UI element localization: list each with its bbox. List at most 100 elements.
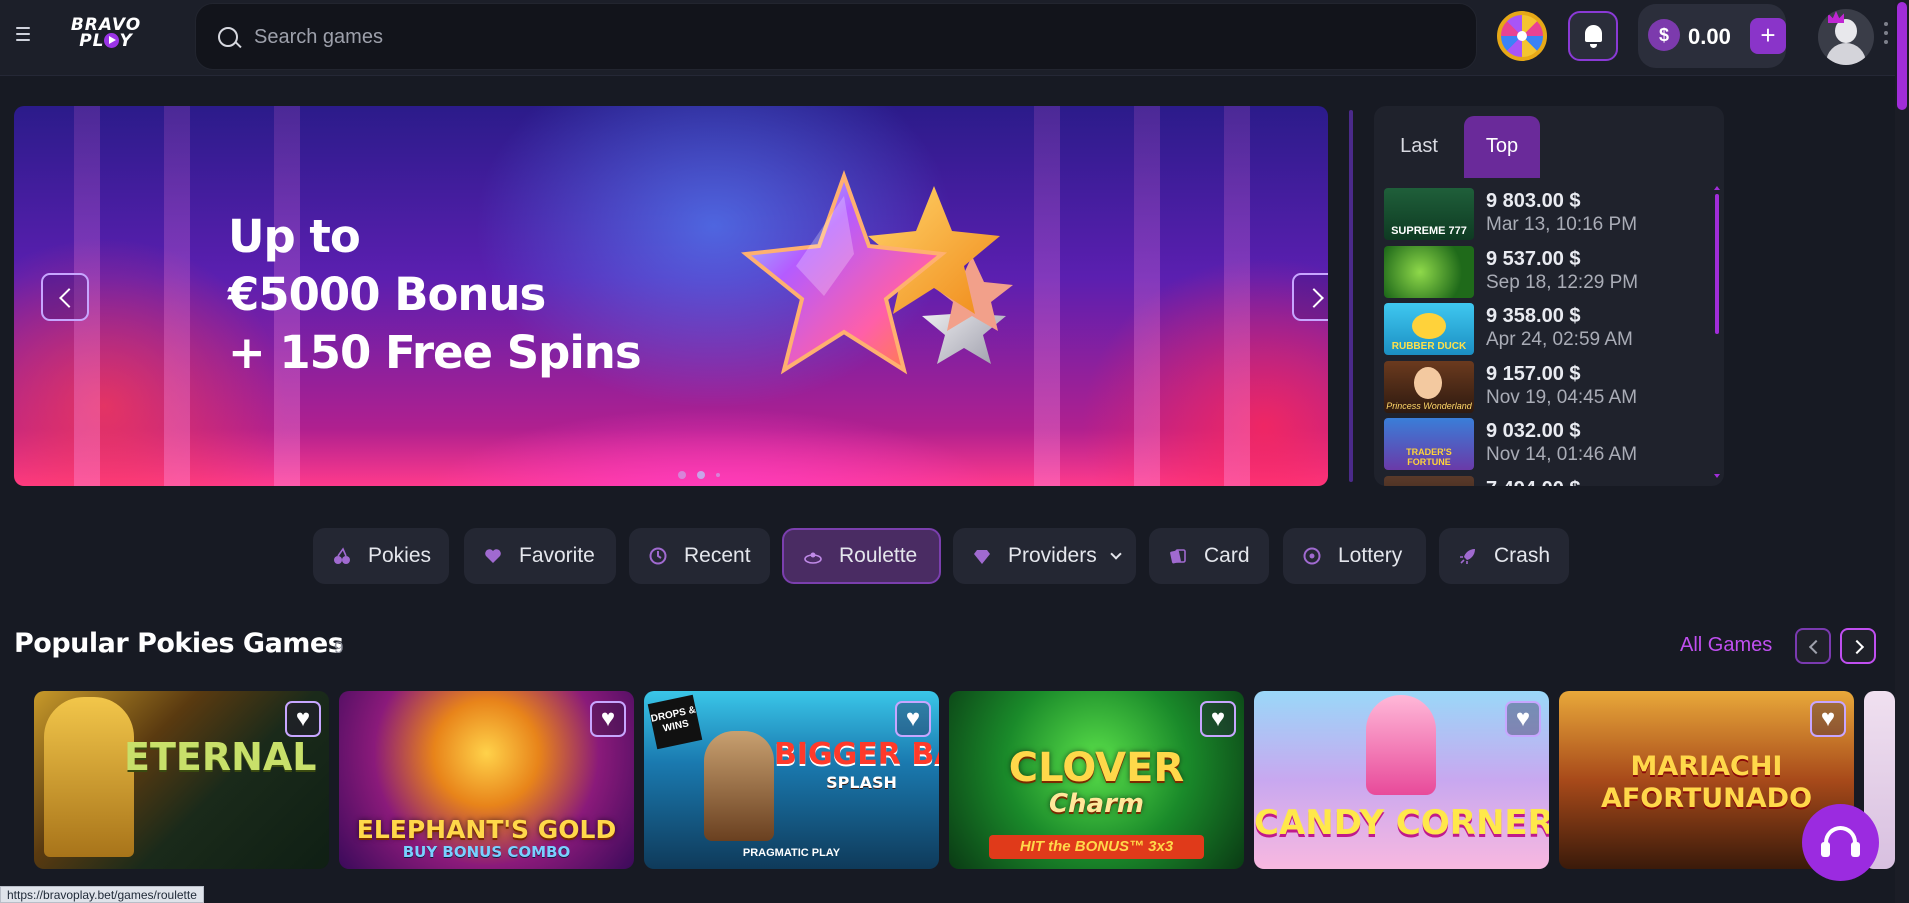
category-roulette[interactable]: Roulette — [782, 528, 941, 584]
game-thumbnail: TRADER'S FORTUNE — [1384, 418, 1474, 470]
lottery-ball-icon — [1303, 547, 1321, 565]
provider-label: PRAGMATIC PLAY — [742, 847, 841, 859]
banner-dot[interactable] — [697, 471, 705, 479]
category-label: Roulette — [839, 544, 918, 567]
clock-icon — [649, 547, 667, 565]
menu-icon[interactable] — [16, 27, 30, 41]
thumb-label: Princess Wonderland — [1386, 400, 1472, 411]
favorite-button[interactable] — [590, 701, 626, 737]
search-bar[interactable] — [195, 3, 1477, 70]
user-avatar[interactable] — [1818, 9, 1874, 65]
banner-dot[interactable] — [678, 471, 686, 479]
win-row[interactable]: RUBBER DUCK 9 358.00 $ Apr 24, 02:59 AM — [1384, 301, 1704, 359]
favorite-button[interactable] — [285, 701, 321, 737]
wins-list: SUPREME 777 9 803.00 $ Mar 13, 10:16 PM … — [1384, 186, 1704, 486]
game-thumbnail — [1384, 475, 1474, 486]
category-crash[interactable]: Crash — [1439, 528, 1569, 584]
bravoplay-logo[interactable]: BRAVO PL Y — [58, 15, 154, 52]
game-subtitle: Charm — [1048, 789, 1145, 819]
category-recent[interactable]: Recent — [629, 528, 770, 584]
banner-pagination — [678, 466, 731, 484]
games-prev-button[interactable] — [1795, 628, 1831, 664]
game-badge: DROPS & WINS — [647, 694, 703, 750]
category-card[interactable]: Card — [1149, 528, 1269, 584]
banner-dot[interactable] — [716, 473, 720, 477]
status-bar-url: https://bravoplay.bet/games/roulette — [0, 886, 204, 903]
game-card[interactable]: CLOVER Charm HIT the BONUS™ 3x3 — [949, 691, 1244, 869]
thumb-label: TRADER'S FORTUNE — [1406, 447, 1452, 467]
support-chat-button[interactable] — [1802, 804, 1879, 881]
game-thumbnail — [1384, 245, 1474, 298]
deposit-button[interactable]: + — [1750, 18, 1786, 54]
bell-icon — [1585, 25, 1602, 48]
roulette-icon — [804, 552, 822, 564]
play-icon — [104, 33, 120, 48]
game-title: ETERNAL NILE — [124, 735, 329, 779]
category-pokies[interactable]: Pokies — [313, 528, 449, 584]
win-row[interactable]: Princess Wonderland 9 157.00 $ Nov 19, 0… — [1384, 359, 1704, 417]
game-card[interactable]: ETERNAL NILE — [34, 691, 329, 869]
dollar-coin-icon: $ — [1648, 19, 1680, 51]
game-subtitle: SPLASH — [826, 773, 897, 792]
category-label: Crash — [1494, 544, 1551, 567]
favorite-button[interactable] — [895, 701, 931, 737]
logo-text-bottom: PL Y — [79, 31, 133, 51]
win-date: Sep 18, 12:29 PM — [1486, 271, 1639, 293]
banner-line-2: €5000 Bonus — [228, 268, 546, 321]
category-label: Providers — [1008, 544, 1097, 567]
game-title: CANDY CORNER — [1254, 803, 1549, 843]
wins-scrollbar[interactable] — [1714, 186, 1720, 478]
page-scrollbar[interactable] — [1895, 0, 1909, 903]
games-carousel: ETERNAL NILE ELEPHANT'S GOLD BUY BONUS C… — [34, 691, 1895, 869]
win-row[interactable]: TRADER'S FORTUNE 9 032.00 $ Nov 14, 01:4… — [1384, 416, 1704, 474]
category-providers[interactable]: Providers — [953, 528, 1136, 584]
search-input[interactable] — [254, 22, 1254, 52]
section-count: 9 — [334, 638, 344, 657]
tab-last[interactable]: Last — [1384, 116, 1454, 178]
category-label: Lottery — [1338, 544, 1403, 567]
win-date: Mar 13, 10:16 PM — [1486, 214, 1638, 235]
banner-next-button[interactable] — [1292, 273, 1328, 321]
favorite-button[interactable] — [1810, 701, 1846, 737]
game-title: ELEPHANT'S GOLD — [356, 815, 617, 844]
category-favorite[interactable]: Favorite — [464, 528, 616, 584]
logo-text-top: BRAVO — [70, 15, 142, 35]
win-row[interactable]: 7 494.00 $ — [1384, 474, 1704, 487]
section-title: Popular Pokies Games — [14, 628, 344, 659]
win-amount: 7 494.00 $ — [1486, 478, 1581, 487]
banner-prev-button[interactable] — [41, 273, 89, 321]
favorite-button[interactable] — [1200, 701, 1236, 737]
wallet-balance[interactable]: $ 0.00 + — [1638, 4, 1786, 68]
win-row[interactable]: SUPREME 777 9 803.00 $ Mar 13, 10:16 PM — [1384, 186, 1704, 244]
game-card[interactable]: DROPS & WINS BIGGER BASS SPLASH PRAGMATI… — [644, 691, 939, 869]
tab-top[interactable]: Top — [1464, 116, 1540, 178]
win-amount: 9 803.00 $ — [1486, 190, 1581, 212]
category-lottery[interactable]: Lottery — [1283, 528, 1426, 584]
banner-line-3: + 150 Free Spins — [228, 326, 642, 379]
banner-headline: Up to €5000 Bonus + 150 Free Spins — [228, 208, 642, 382]
game-card[interactable]: CANDY CORNER — [1254, 691, 1549, 869]
win-date: Nov 14, 01:46 AM — [1486, 444, 1638, 465]
banner-line-1: Up to — [228, 210, 361, 263]
game-title: BIGGER BASS — [774, 737, 939, 772]
cherries-icon — [334, 547, 350, 564]
game-thumbnail: RUBBER DUCK — [1384, 303, 1474, 355]
fortune-wheel-icon[interactable] — [1497, 11, 1547, 61]
all-games-link[interactable]: All Games — [1680, 634, 1772, 657]
win-row[interactable]: 9 537.00 $ Sep 18, 12:29 PM — [1384, 244, 1704, 302]
crown-icon — [1828, 11, 1844, 23]
category-label: Favorite — [519, 544, 595, 567]
more-options-icon[interactable] — [1884, 22, 1888, 49]
favorite-button[interactable] — [1505, 701, 1541, 737]
win-amount: 9 537.00 $ — [1486, 247, 1581, 270]
game-title: MARIACHI — [1630, 751, 1783, 782]
top-wins-panel: Last Top SUPREME 777 9 803.00 $ Mar 13, … — [1374, 106, 1724, 486]
game-card[interactable]: ELEPHANT'S GOLD BUY BONUS COMBO — [339, 691, 634, 869]
promo-banner[interactable]: Up to €5000 Bonus + 150 Free Spins — [14, 106, 1328, 486]
game-subtitle: BUY BONUS COMBO — [402, 843, 571, 861]
thumb-label: SUPREME 777 — [1391, 225, 1467, 237]
notifications-button[interactable] — [1568, 11, 1618, 61]
category-label: Recent — [684, 544, 751, 567]
games-next-button[interactable] — [1840, 628, 1876, 664]
win-date: Apr 24, 02:59 AM — [1486, 329, 1633, 350]
